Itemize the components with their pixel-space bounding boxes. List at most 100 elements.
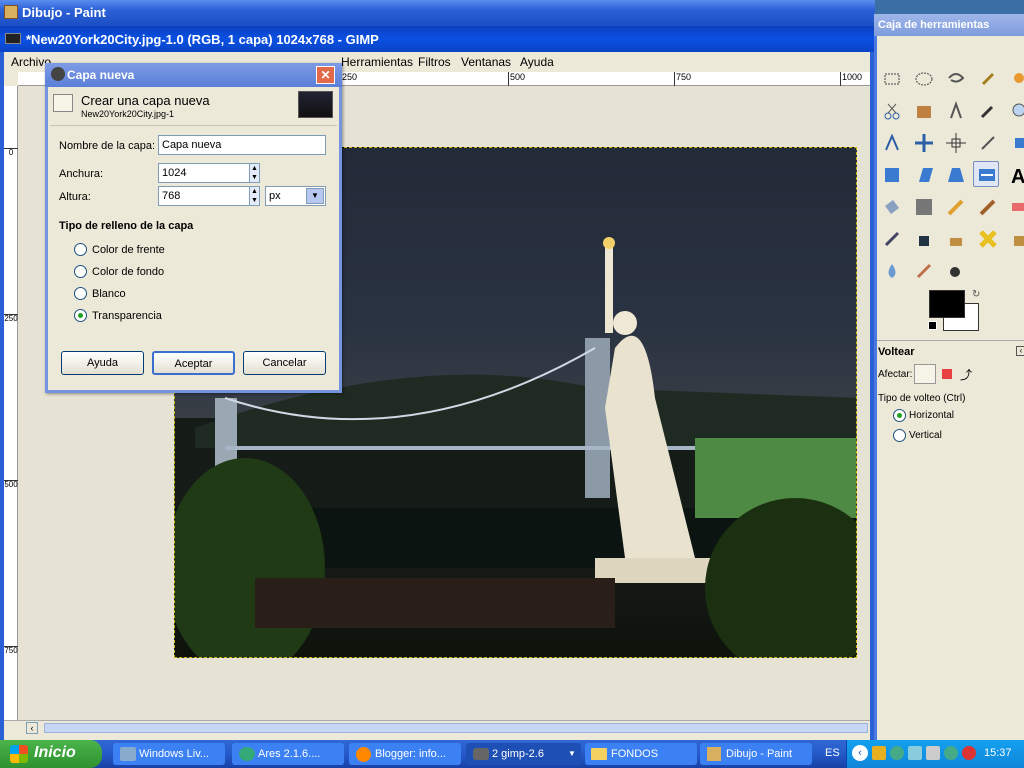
scroll-left-arrow-icon[interactable]: ‹	[26, 722, 38, 734]
paintbrush-icon[interactable]	[975, 194, 1001, 220]
fill-background-label: Color de fondo	[92, 266, 165, 278]
ares-icon	[239, 747, 255, 761]
swap-colors-icon[interactable]: ↻	[972, 289, 980, 300]
color-select-icon[interactable]	[1007, 66, 1024, 92]
menu-herramientas[interactable]: Herramientas	[341, 55, 413, 69]
fill-transparency-radio[interactable]	[74, 309, 87, 322]
affect-label: Afectar:	[878, 369, 913, 380]
airbrush-icon[interactable]	[879, 226, 905, 252]
affect-path-button[interactable]: ⤴	[960, 366, 972, 383]
perspective-icon[interactable]	[943, 162, 969, 188]
blend-icon[interactable]	[911, 194, 937, 220]
safely-remove-icon[interactable]	[926, 746, 940, 760]
width-label: Anchura:	[59, 168, 104, 180]
perspective-clone-icon[interactable]	[1007, 226, 1024, 252]
affect-layer-button[interactable]	[914, 364, 936, 384]
shear-icon[interactable]	[911, 162, 937, 188]
move-icon[interactable]	[911, 130, 937, 156]
layer-name-input[interactable]: Capa nueva	[158, 135, 326, 155]
help-button[interactable]: Ayuda	[61, 351, 144, 375]
width-spin-icon[interactable]: ▲ ▼	[249, 163, 260, 183]
ruler-tick-label: 250	[340, 72, 357, 86]
foreground-color-swatch[interactable]	[929, 290, 965, 318]
heal-icon[interactable]	[975, 226, 1001, 252]
eraser-icon[interactable]	[1007, 194, 1024, 220]
group-arrow-icon[interactable]: ▼	[568, 749, 576, 758]
gimp-window-icon	[5, 33, 21, 44]
gimp-window-titlebar[interactable]: *New20York20City.jpg-1.0 (RGB, 1 capa) 1…	[0, 26, 874, 52]
new-layer-icon	[53, 94, 73, 112]
toolbox-titlebar[interactable]: Caja de herramientas	[874, 14, 1024, 36]
paths-icon[interactable]	[943, 98, 969, 124]
scrollbar-thumb[interactable]	[44, 723, 868, 733]
horizontal-scrollbar[interactable]: ‹	[4, 720, 870, 736]
align-icon[interactable]	[943, 130, 969, 156]
rect-select-icon[interactable]	[879, 66, 905, 92]
network-icon[interactable]	[908, 746, 922, 760]
height-input[interactable]: 768	[158, 186, 250, 206]
fuzzy-select-icon[interactable]	[975, 66, 1001, 92]
svg-text:A: A	[1011, 166, 1024, 188]
messenger-icon[interactable]	[944, 746, 958, 760]
clone-icon[interactable]	[943, 226, 969, 252]
smudge-icon[interactable]	[911, 258, 937, 284]
image-thumbnail	[298, 91, 333, 118]
lasso-icon[interactable]	[943, 66, 969, 92]
crop-icon[interactable]	[975, 130, 1001, 156]
dialog-titlebar[interactable]: Capa nueva	[45, 63, 342, 87]
bucket-fill-icon[interactable]	[879, 194, 905, 220]
menu-ayuda[interactable]: Ayuda	[520, 55, 554, 69]
dialog-separator	[50, 125, 337, 126]
gimp-icon	[473, 748, 489, 760]
fill-transparency-label: Transparencia	[92, 310, 162, 322]
ellipse-select-icon[interactable]	[911, 66, 937, 92]
dialog-title: Capa nueva	[67, 68, 135, 82]
menu-ventanas[interactable]: Ventanas	[461, 55, 511, 69]
tool-options-menu-icon[interactable]: ‹	[1016, 346, 1024, 356]
flip-vertical-radio[interactable]	[893, 429, 906, 442]
windows-logo-icon	[10, 745, 28, 763]
color-picker-icon[interactable]	[975, 98, 1001, 124]
measure-icon[interactable]	[879, 130, 905, 156]
fill-foreground-radio[interactable]	[74, 243, 87, 256]
ruler-tick-label: 0	[4, 148, 18, 157]
foreground-select-icon[interactable]	[911, 98, 937, 124]
vertical-ruler[interactable]: 0 250 500 750	[4, 86, 18, 720]
ink-icon[interactable]	[911, 226, 937, 252]
scale-icon[interactable]	[879, 162, 905, 188]
folder-icon	[591, 748, 607, 760]
dodge-burn-icon[interactable]	[943, 258, 969, 284]
menu-filtros[interactable]: Filtros	[418, 55, 451, 69]
fill-white-radio[interactable]	[74, 287, 87, 300]
dialog-subheading: New20York20City.jpg-1	[81, 109, 175, 119]
rotate-icon[interactable]	[1007, 130, 1024, 156]
system-tray: ‹ 15:37	[846, 740, 1024, 768]
ok-button[interactable]: Aceptar	[152, 351, 235, 375]
flip-icon[interactable]	[973, 161, 999, 187]
height-spin-icon[interactable]: ▲ ▼	[249, 186, 260, 206]
chevron-down-icon[interactable]: ▼	[306, 188, 324, 204]
ruler-tick-label: 1000	[840, 72, 862, 86]
affect-selection-button[interactable]	[942, 369, 952, 379]
cancel-button[interactable]: Cancelar	[243, 351, 326, 375]
ruler-tick-label: 750	[4, 646, 18, 655]
antivirus-icon[interactable]	[962, 746, 976, 760]
tool-options-divider	[877, 340, 1024, 341]
paint-icon	[707, 747, 721, 761]
text-icon[interactable]: A	[1007, 162, 1024, 188]
paint-window-titlebar[interactable]: Dibujo - Paint	[0, 0, 875, 26]
fill-background-radio[interactable]	[74, 265, 87, 278]
width-input[interactable]: 1024	[158, 163, 250, 183]
blur-icon[interactable]	[879, 258, 905, 284]
language-indicator[interactable]: ES	[825, 747, 840, 759]
clock: 15:37	[984, 747, 1012, 759]
pencil-icon[interactable]	[943, 194, 969, 220]
default-colors-icon[interactable]	[928, 321, 937, 330]
zoom-icon[interactable]	[1007, 98, 1024, 124]
dialog-close-button[interactable]: ✕	[316, 66, 335, 84]
tray-arrow-icon[interactable]: ‹	[852, 745, 868, 761]
scissors-icon[interactable]	[879, 98, 905, 124]
flip-horizontal-radio[interactable]	[893, 409, 906, 422]
tray-app-icon[interactable]	[890, 746, 904, 760]
shield-icon[interactable]	[872, 746, 886, 760]
